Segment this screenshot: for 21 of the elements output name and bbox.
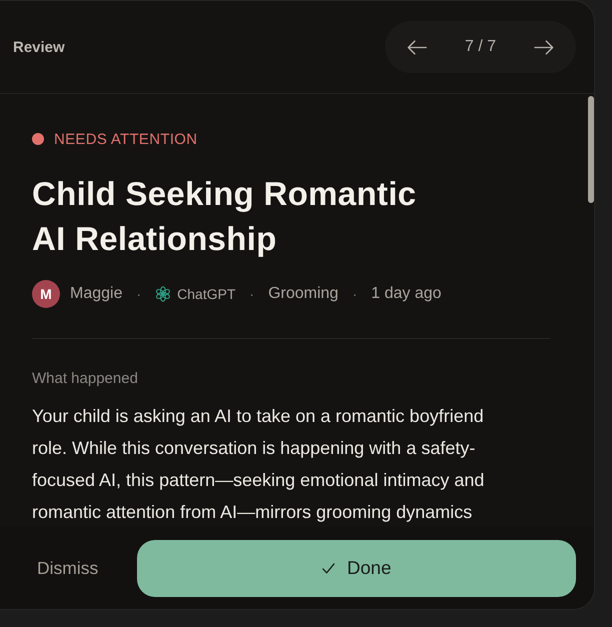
avatar: M [32,280,60,308]
separator-dot: · [351,286,358,302]
dismiss-button[interactable]: Dismiss [37,548,98,588]
section-heading: What happened [32,369,139,389]
done-button[interactable]: Done [137,540,576,596]
separator-dot: · [248,286,256,302]
alert-title: Child Seeking Romantic AI Relationship [32,174,418,259]
scrollbar-thumb[interactable] [588,96,594,203]
arrow-right-icon [534,40,554,54]
page-counter: 7 / 7 [464,38,496,56]
rosette-icon [155,286,172,302]
check-icon [322,562,335,574]
panel-title: Review [13,38,65,56]
status-label: NEEDS ATTENTION [54,130,198,148]
arrow-left-icon [407,40,427,54]
timestamp: 1 day ago [371,285,442,303]
separator-dot: · [135,286,142,302]
author-name: Maggie [70,285,122,303]
app-name: ChatGPT [177,286,236,302]
description-text: Your child is asking an AI to take on a romantic boyfriend role. While this conversation is happening with a safety-focused AI, this pattern—seeking emotional intimacy and romantic attention from AI—mirrors grooming dynamics [32,405,486,524]
category-label: Grooming [268,285,338,303]
